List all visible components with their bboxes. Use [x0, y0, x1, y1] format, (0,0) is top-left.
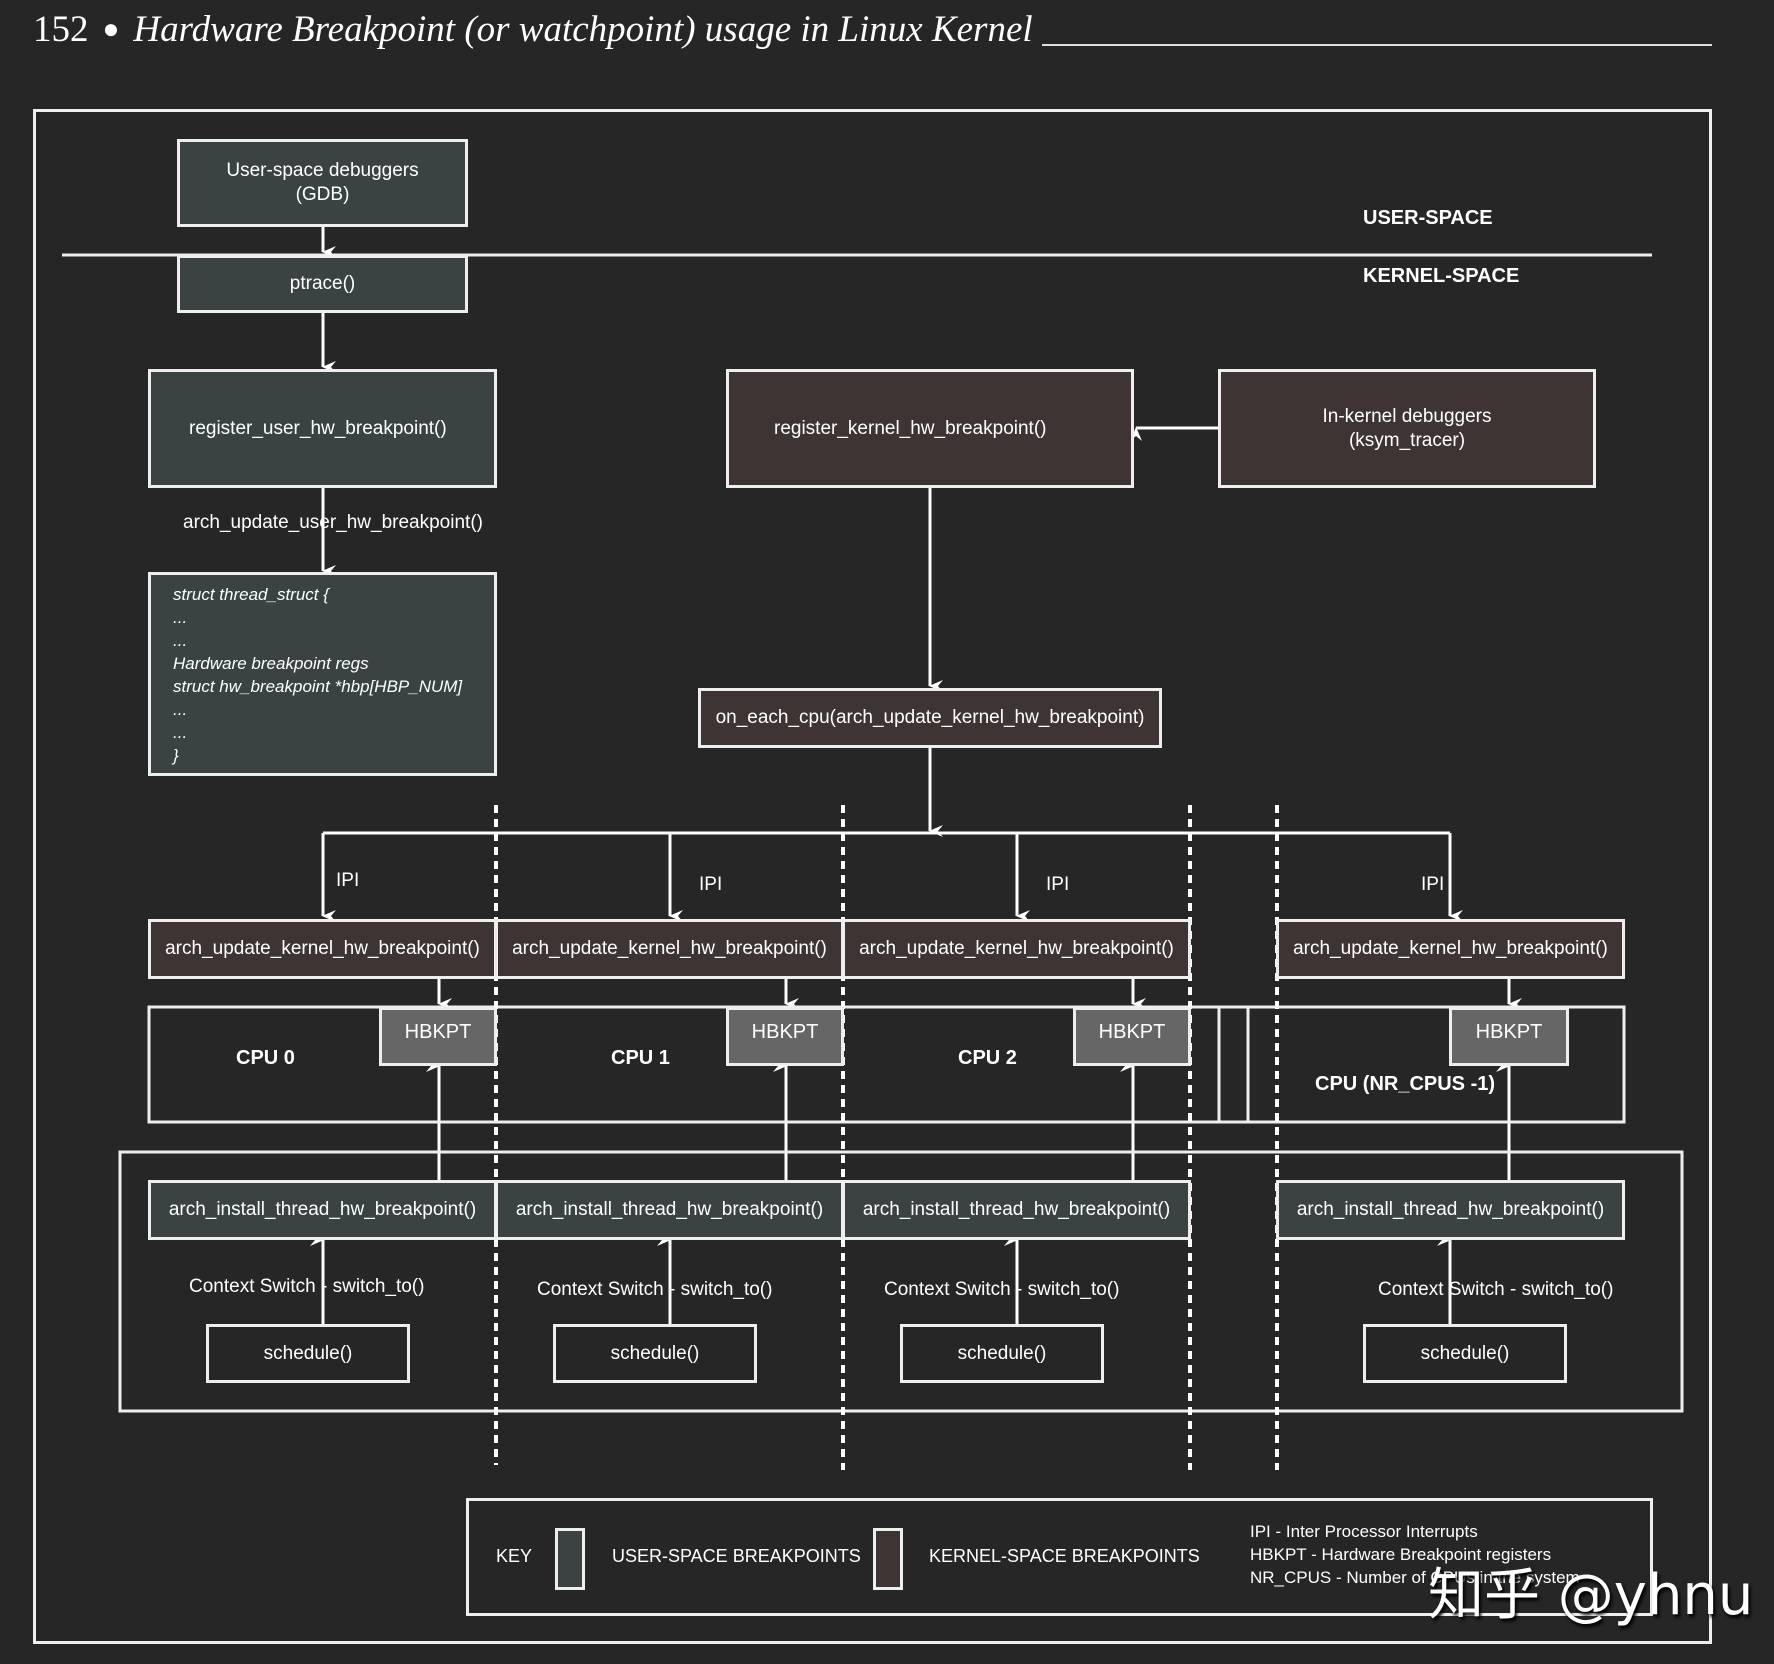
watermark: 知乎 @yhnu — [1428, 1563, 1754, 1628]
hbkpt-box-cpun: HBKPT — [1449, 1007, 1569, 1066]
update-label: arch_update_kernel_hw_breakpoint() — [512, 938, 827, 960]
context-switch-label-cpu1: Context Switch - switch_to() — [537, 1279, 773, 1300]
kernel-space-label: KERNEL-SPACE — [1363, 265, 1520, 287]
install-label: arch_install_thread_hw_breakpoint() — [1296, 1199, 1605, 1221]
arch-update-kernel-box-cpu1: arch_update_kernel_hw_breakpoint() — [495, 919, 844, 979]
schedule-box-cpun: schedule() — [1363, 1324, 1567, 1383]
schedule-box-cpu1: schedule() — [553, 1324, 757, 1383]
ptrace-box: ptrace() — [177, 255, 468, 313]
thread-struct-line: Hardware breakpoint regs — [173, 654, 369, 673]
register-kernel-label: register_kernel_hw_breakpoint() — [774, 417, 1047, 439]
schedule-box-cpu0: schedule() — [206, 1324, 410, 1383]
hbkpt-label: HBKPT — [1475, 1021, 1543, 1043]
install-label: arch_install_thread_hw_breakpoint() — [515, 1199, 824, 1221]
arch-update-kernel-box-cpun: arch_update_kernel_hw_breakpoint() — [1276, 919, 1625, 979]
legend-key-title: KEY — [496, 1546, 533, 1566]
cpu-name-0: CPU 0 — [236, 1047, 295, 1069]
ipi-label-cpu2: IPI — [1046, 874, 1070, 895]
cpu-row-box — [147, 1005, 1626, 1124]
register-user-label: register_user_hw_breakpoint() — [189, 417, 447, 439]
user-debuggers-line2: (GDB) — [295, 184, 350, 205]
in-kernel-line1: In-kernel debuggers — [1322, 405, 1492, 427]
legend-user-label: USER-SPACE BREAKPOINTS — [612, 1546, 861, 1566]
update-label: arch_update_kernel_hw_breakpoint() — [1293, 938, 1608, 960]
register-kernel-hw-breakpoint-box: register_kernel_hw_breakpoint() — [726, 369, 1134, 488]
install-label: arch_install_thread_hw_breakpoint() — [862, 1199, 1171, 1221]
in-kernel-line2: (ksym_tracer) — [1348, 429, 1466, 451]
context-switch-label-cpun: Context Switch - switch_to() — [1378, 1279, 1614, 1300]
user-space-label: USER-SPACE — [1363, 207, 1493, 229]
schedule-label: schedule() — [263, 1342, 353, 1364]
ipi-label-cpun: IPI — [1421, 874, 1445, 895]
connector-layer — [62, 227, 1684, 1470]
schedule-label: schedule() — [610, 1342, 700, 1364]
thread-struct-line: ... — [173, 723, 188, 742]
ipi-label-cpu1: IPI — [699, 874, 723, 895]
hbkpt-label: HBKPT — [751, 1021, 819, 1043]
context-switch-label-cpu2: Context Switch - switch_to() — [884, 1279, 1120, 1300]
on-each-cpu-box: on_each_cpu(arch_update_kernel_hw_breakp… — [698, 688, 1162, 748]
legend-kernel-swatch — [873, 1528, 903, 1590]
thread-struct-box: struct thread_struct { ... ... Hardware … — [148, 572, 497, 776]
arch-install-thread-box-cpu2: arch_install_thread_hw_breakpoint() — [842, 1180, 1191, 1240]
install-label: arch_install_thread_hw_breakpoint() — [168, 1199, 477, 1221]
cpu-name-n: CPU (NR_CPUS -1) — [1315, 1073, 1496, 1095]
hbkpt-box-cpu0: HBKPT — [379, 1007, 497, 1066]
thread-struct-line: ... — [173, 608, 188, 627]
schedule-label: schedule() — [957, 1342, 1047, 1364]
hbkpt-box-cpu2: HBKPT — [1073, 1007, 1191, 1066]
update-label: arch_update_kernel_hw_breakpoint() — [165, 938, 480, 960]
ptrace-label: ptrace() — [289, 273, 356, 295]
arch-update-kernel-box-cpu0: arch_update_kernel_hw_breakpoint() — [148, 919, 497, 979]
thread-struct-line: } — [173, 746, 179, 765]
register-user-hw-breakpoint-box: register_user_hw_breakpoint() — [148, 369, 497, 488]
arch-update-user-label: arch_update_user_hw_breakpoint() — [183, 512, 483, 533]
ipi-label-cpu0: IPI — [336, 870, 360, 891]
context-switch-label-cpu0: Context Switch - switch_to() — [189, 1276, 425, 1297]
in-kernel-debuggers-box: In-kernel debuggers (ksym_tracer) — [1218, 369, 1596, 488]
cpu-name-1: CPU 1 — [611, 1047, 670, 1069]
hbkpt-box-cpu1: HBKPT — [726, 1007, 844, 1066]
arch-install-thread-box-cpu1: arch_install_thread_hw_breakpoint() — [495, 1180, 844, 1240]
arch-install-thread-box-cpu0: arch_install_thread_hw_breakpoint() — [148, 1180, 497, 1240]
arch-install-thread-box-cpun: arch_install_thread_hw_breakpoint() — [1276, 1180, 1625, 1240]
schedule-box-cpu2: schedule() — [900, 1324, 1104, 1383]
hbkpt-label: HBKPT — [1098, 1021, 1166, 1043]
user-debuggers-line1: User-space debuggers — [226, 160, 419, 182]
legend-kernel-label: KERNEL-SPACE BREAKPOINTS — [929, 1546, 1200, 1566]
arch-update-kernel-box-cpu2: arch_update_kernel_hw_breakpoint() — [842, 919, 1191, 979]
cpu-name-2: CPU 2 — [958, 1047, 1017, 1069]
schedule-label: schedule() — [1420, 1342, 1510, 1364]
on-each-cpu-label: on_each_cpu(arch_update_kernel_hw_breakp… — [715, 707, 1145, 729]
legend-user-swatch — [555, 1528, 585, 1590]
thread-struct-line: ... — [173, 631, 188, 650]
user-space-debuggers-box: User-space debuggers (GDB) — [177, 139, 468, 227]
update-label: arch_update_kernel_hw_breakpoint() — [859, 938, 1174, 960]
hbkpt-label: HBKPT — [404, 1021, 472, 1043]
thread-struct-line: struct thread_struct { — [173, 585, 329, 604]
thread-struct-line: ... — [173, 700, 188, 719]
thread-struct-line: struct hw_breakpoint *hbp[HBP_NUM] — [173, 677, 463, 696]
legend-abbrev-ipi: IPI - Inter Processor Interrupts — [1250, 1522, 1478, 1541]
